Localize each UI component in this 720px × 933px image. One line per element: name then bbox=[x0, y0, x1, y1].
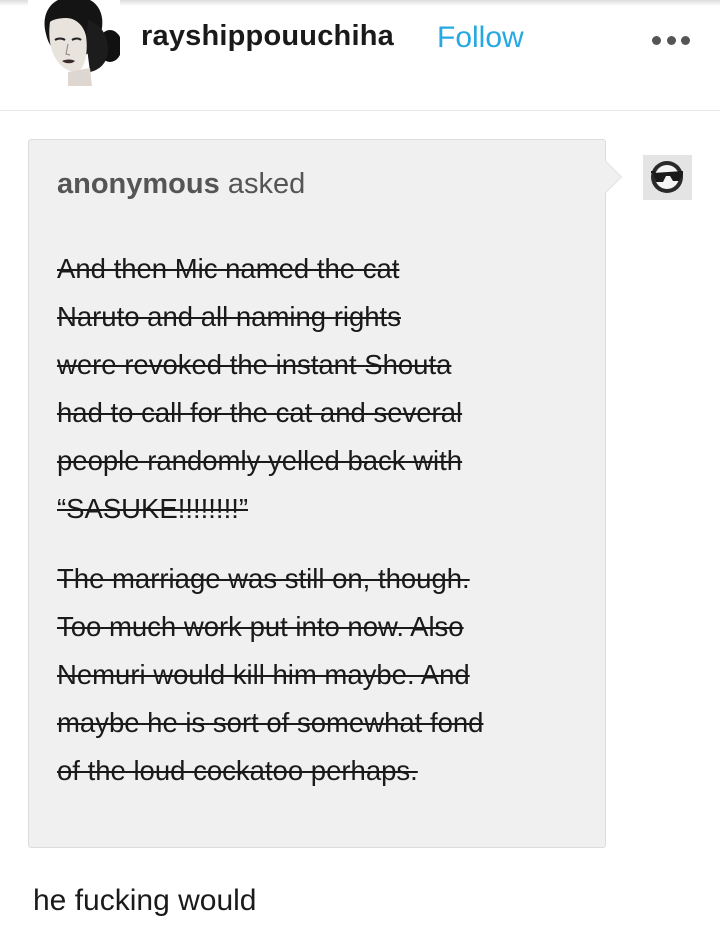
ask-paragraph-text: And then Mic named the cat Naruto and al… bbox=[57, 253, 463, 524]
more-dots-icon[interactable] bbox=[652, 32, 690, 48]
ask-bubble: anonymous asked And then Mic named the c… bbox=[28, 139, 606, 848]
dot bbox=[666, 35, 676, 45]
asked-label: asked bbox=[227, 168, 306, 200]
dot bbox=[681, 35, 690, 45]
ask-bubble-pointer-fill bbox=[605, 161, 621, 193]
ask-paragraph: The marriage was still on, though. Too m… bbox=[57, 555, 587, 795]
asker-name: anonymous bbox=[57, 168, 220, 200]
answer-text: he fucking would bbox=[33, 884, 257, 917]
anonymous-sunglasses-icon bbox=[643, 155, 692, 200]
avatar[interactable] bbox=[28, 0, 120, 86]
asker-line: anonymous asked bbox=[57, 168, 305, 201]
ask-paragraph: And then Mic named the cat Naruto and al… bbox=[57, 245, 587, 533]
post-header: rayshippouuchiha Follow bbox=[0, 0, 720, 111]
ask-paragraph-text: The marriage was still on, though. Too m… bbox=[57, 563, 484, 786]
username[interactable]: rayshippouuchiha bbox=[141, 20, 394, 53]
follow-button[interactable]: Follow bbox=[437, 21, 524, 55]
dot bbox=[652, 35, 661, 45]
